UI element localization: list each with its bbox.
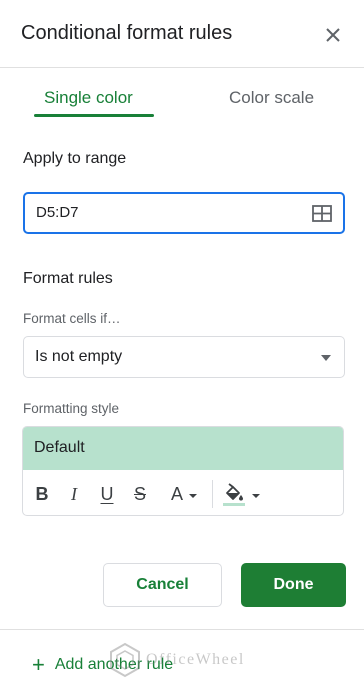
format-rules-heading: Format rules (23, 270, 113, 287)
add-rule-label: Add another rule (54, 656, 174, 673)
style-preset: Default (34, 439, 85, 456)
chevron-down-icon (252, 494, 260, 498)
bold-button[interactable]: B (32, 482, 52, 506)
condition-value: Is not empty (35, 348, 123, 365)
strikethrough-button[interactable]: S (130, 482, 150, 506)
close-icon[interactable] (320, 22, 346, 48)
style-preview[interactable]: Default (23, 427, 343, 470)
panel-header: Conditional format rules (0, 0, 364, 68)
condition-dropdown[interactable]: Is not empty (23, 336, 345, 378)
plus-icon: + (32, 652, 45, 677)
done-button[interactable]: Done (241, 563, 346, 607)
paint-bucket-icon (223, 483, 245, 506)
fill-color-button[interactable] (219, 482, 263, 506)
format-toolbar: B I U S A (23, 470, 343, 515)
caret-down-icon (321, 355, 331, 361)
panel-title: Conditional format rules (21, 22, 233, 44)
conditional-format-panel: Conditional format rules Single color Co… (0, 0, 364, 697)
add-another-rule-button[interactable]: + Add another rule (32, 654, 173, 676)
apply-to-range-heading: Apply to range (23, 150, 127, 167)
tab-color-scale[interactable]: Color scale (229, 88, 314, 108)
tab-bar: Single color Color scale (0, 68, 364, 122)
footer-divider (0, 629, 364, 630)
underline-button[interactable]: U (97, 482, 117, 506)
range-field[interactable] (23, 192, 345, 234)
chevron-down-icon (189, 494, 197, 498)
grid-icon[interactable] (312, 205, 332, 222)
text-color-glyph: A (170, 483, 183, 504)
cancel-button[interactable]: Cancel (103, 563, 222, 607)
format-cells-if-label: Format cells if… (23, 311, 121, 326)
toolbar-divider (212, 480, 213, 508)
italic-button[interactable]: I (64, 482, 84, 506)
tab-single-color[interactable]: Single color (44, 88, 133, 108)
text-color-button[interactable]: A (163, 482, 205, 506)
active-tab-indicator (34, 114, 154, 117)
formatting-style-box: Default B I U S A (22, 426, 344, 516)
range-input[interactable] (36, 204, 296, 221)
formatting-style-label: Formatting style (23, 401, 120, 416)
